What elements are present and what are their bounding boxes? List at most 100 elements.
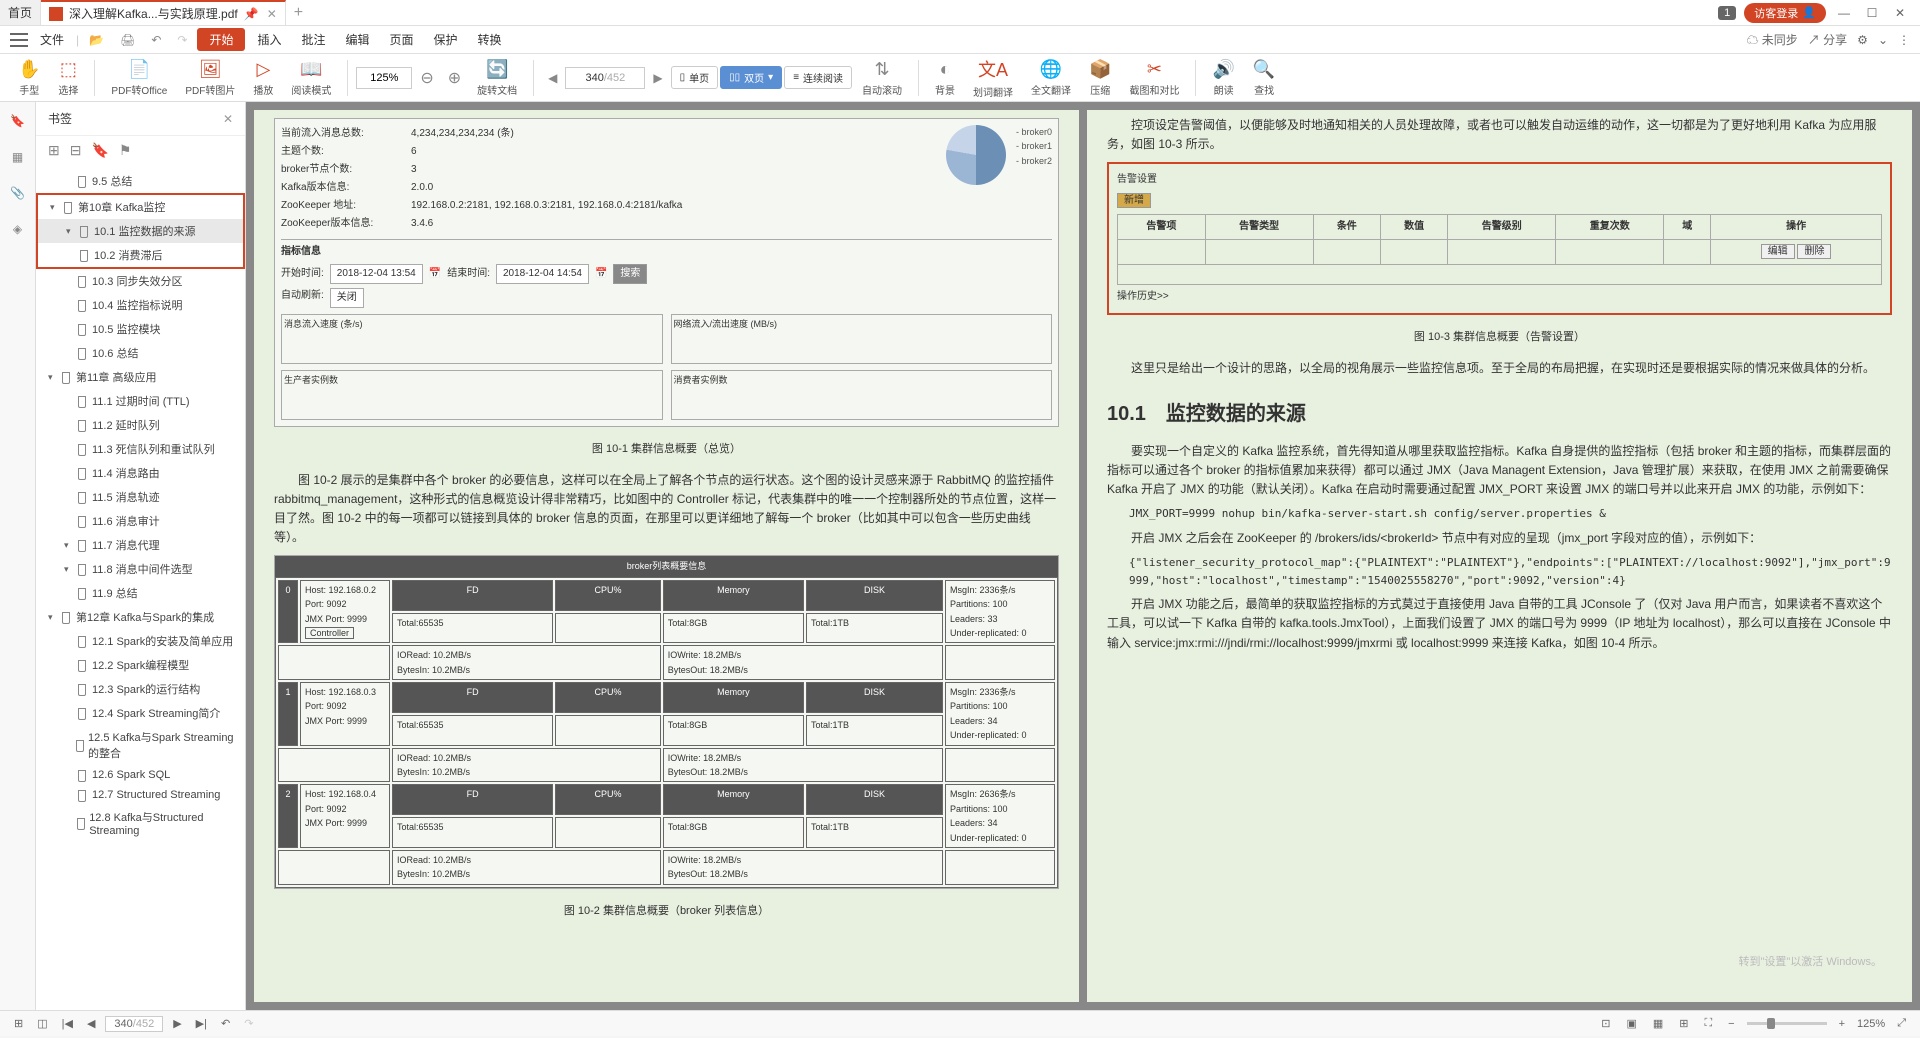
menu-start[interactable]: 开始: [197, 28, 245, 51]
view2-icon[interactable]: ▣: [1622, 1017, 1640, 1030]
bookmark-item[interactable]: 11.6 消息审计: [36, 509, 245, 533]
document-viewport[interactable]: ✦ 当前流入消息总数:4,234,234,234,234 (条)主题个数:6br…: [246, 102, 1920, 1010]
zoom-in-icon[interactable]: ⊕: [442, 68, 467, 88]
pdf-to-office[interactable]: 📄PDF转Office: [103, 57, 175, 99]
menu-file[interactable]: 文件: [32, 29, 72, 50]
bookmark-add-icon[interactable]: 🔖: [91, 142, 108, 159]
bookmark-item[interactable]: 11.4 消息路由: [36, 461, 245, 485]
flag-icon[interactable]: ⚑: [119, 142, 132, 159]
print-icon[interactable]: 🖨: [114, 33, 141, 47]
single-page[interactable]: ▯单页: [671, 66, 719, 89]
bookmark-item[interactable]: 10.3 同步失效分区: [36, 269, 245, 293]
bookmark-item[interactable]: 10.6 总结: [36, 341, 245, 365]
expand-icon[interactable]: ⤢: [1893, 1017, 1910, 1030]
select-tool[interactable]: ⬚选择: [50, 57, 86, 99]
forward-icon[interactable]: ↷: [240, 1017, 257, 1030]
last-page-icon[interactable]: ▶|: [192, 1017, 211, 1030]
next-page-icon[interactable]: ▶: [647, 71, 668, 85]
first-page-icon[interactable]: |◀: [58, 1017, 77, 1030]
close-icon[interactable]: ✕: [267, 7, 277, 21]
redo-icon[interactable]: ↷: [171, 33, 193, 47]
bookmark-item[interactable]: 10.4 监控指标说明: [36, 293, 245, 317]
expand-icon[interactable]: ⊞: [48, 142, 60, 159]
tab-document[interactable]: 深入理解Kafka...与实践原理.pdf 📌 ✕: [41, 0, 286, 25]
background-button[interactable]: ◐背景: [927, 57, 963, 99]
thumbnail-icon[interactable]: ▦: [9, 148, 27, 166]
collapse-icon[interactable]: ⌄: [1878, 33, 1888, 47]
menu-convert[interactable]: 转换: [470, 29, 510, 50]
layers-icon[interactable]: ◈: [9, 220, 27, 238]
bookmark-item[interactable]: ▾第10章 Kafka监控: [38, 195, 243, 219]
continuous-read[interactable]: ≡连续阅读: [784, 66, 852, 89]
settings-icon[interactable]: ⚙: [1857, 33, 1868, 47]
view3-icon[interactable]: ▦: [1649, 1017, 1667, 1030]
auto-scroll[interactable]: ⇅自动滚动: [854, 57, 910, 99]
tab-home[interactable]: 首页: [0, 0, 41, 25]
attachment-icon[interactable]: 📎: [9, 184, 27, 202]
zoom-out-status[interactable]: −: [1724, 1018, 1738, 1030]
bookmark-item[interactable]: ▾10.1 监控数据的来源: [38, 219, 243, 243]
bookmark-item[interactable]: ▾第12章 Kafka与Spark的集成: [36, 605, 245, 629]
zoom-out-icon[interactable]: ⊖: [414, 68, 439, 88]
minimize-button[interactable]: —: [1834, 6, 1854, 20]
view1-icon[interactable]: ⊡: [1597, 1017, 1614, 1030]
bookmark-item[interactable]: ▾11.8 消息中间件选型: [36, 557, 245, 581]
fit-icon[interactable]: ⛶: [1700, 1017, 1716, 1030]
panel-icon[interactable]: ◫: [33, 1017, 51, 1030]
share-button[interactable]: ↗ 分享: [1808, 31, 1847, 48]
bookmark-item[interactable]: 12.1 Spark的安装及简单应用: [36, 629, 245, 653]
zoom-slider[interactable]: [1747, 1022, 1827, 1025]
bookmark-icon[interactable]: 🔖: [9, 112, 27, 130]
notification-badge[interactable]: 1: [1718, 6, 1736, 20]
bookmark-item[interactable]: 12.2 Spark编程模型: [36, 653, 245, 677]
word-translate[interactable]: 文A划词翻译: [965, 54, 1021, 101]
find-button[interactable]: 🔍查找: [1245, 57, 1283, 99]
zoom-value[interactable]: 125%: [1857, 1018, 1885, 1030]
back-icon[interactable]: ↶: [217, 1017, 234, 1030]
pdf-to-image[interactable]: 🖼PDF转图片: [177, 57, 243, 99]
open-icon[interactable]: 📂: [83, 33, 110, 47]
bookmark-item[interactable]: 11.1 过期时间 (TTL): [36, 389, 245, 413]
bookmark-item[interactable]: 10.5 监控模块: [36, 317, 245, 341]
menu-insert[interactable]: 插入: [249, 29, 289, 50]
bookmark-item[interactable]: 12.7 Structured Streaming: [36, 785, 245, 805]
bookmark-item[interactable]: 11.2 延时队列: [36, 413, 245, 437]
undo-icon[interactable]: ↶: [145, 33, 167, 47]
bookmark-item[interactable]: 12.4 Spark Streaming简介: [36, 701, 245, 725]
prev-icon[interactable]: ◀: [83, 1017, 99, 1030]
login-button[interactable]: 访客登录👤: [1744, 3, 1826, 23]
menu-edit[interactable]: 编辑: [338, 29, 378, 50]
pin-icon[interactable]: 📌: [244, 7, 259, 21]
bookmark-item[interactable]: 11.9 总结: [36, 581, 245, 605]
full-translate[interactable]: 🌐全文翻译: [1023, 57, 1079, 99]
grid-icon[interactable]: ⊞: [10, 1017, 27, 1030]
page-input[interactable]: 340/452: [565, 67, 645, 89]
crop-compare[interactable]: ✂截图和对比: [1121, 57, 1187, 99]
close-button[interactable]: ✕: [1890, 6, 1910, 20]
bookmark-item[interactable]: 12.3 Spark的运行结构: [36, 677, 245, 701]
more-icon[interactable]: ⋮: [1898, 33, 1910, 47]
menu-page[interactable]: 页面: [382, 29, 422, 50]
rotate-button[interactable]: 🔄旋转文档: [469, 57, 525, 99]
menu-protect[interactable]: 保护: [426, 29, 466, 50]
view4-icon[interactable]: ⊞: [1675, 1017, 1692, 1030]
menu-icon[interactable]: [10, 33, 28, 47]
add-tab-button[interactable]: +: [286, 0, 311, 25]
next-icon[interactable]: ▶: [169, 1017, 185, 1030]
read-aloud[interactable]: 🔊朗读: [1204, 57, 1242, 99]
status-page[interactable]: 340/452: [105, 1016, 163, 1032]
play-button[interactable]: ▷播放: [245, 57, 281, 99]
prev-page-icon[interactable]: ◀: [542, 71, 563, 85]
collapse-all-icon[interactable]: ⊟: [70, 142, 82, 159]
bookmark-item[interactable]: 11.5 消息轨迹: [36, 485, 245, 509]
bookmark-item[interactable]: ▾第11章 高级应用: [36, 365, 245, 389]
menu-annotate[interactable]: 批注: [293, 29, 333, 50]
bookmark-item[interactable]: 9.5 总结: [36, 169, 245, 193]
bookmark-item[interactable]: 10.2 消费滞后: [38, 243, 243, 267]
sync-status[interactable]: ☁ 未同步: [1746, 31, 1797, 48]
hand-tool[interactable]: ✋手型: [10, 57, 48, 99]
double-page[interactable]: ▯▯双页▾: [720, 66, 782, 89]
bookmark-item[interactable]: 12.6 Spark SQL: [36, 765, 245, 785]
bookmark-item[interactable]: 11.3 死信队列和重试队列: [36, 437, 245, 461]
compress-button[interactable]: 📦压缩: [1081, 57, 1119, 99]
